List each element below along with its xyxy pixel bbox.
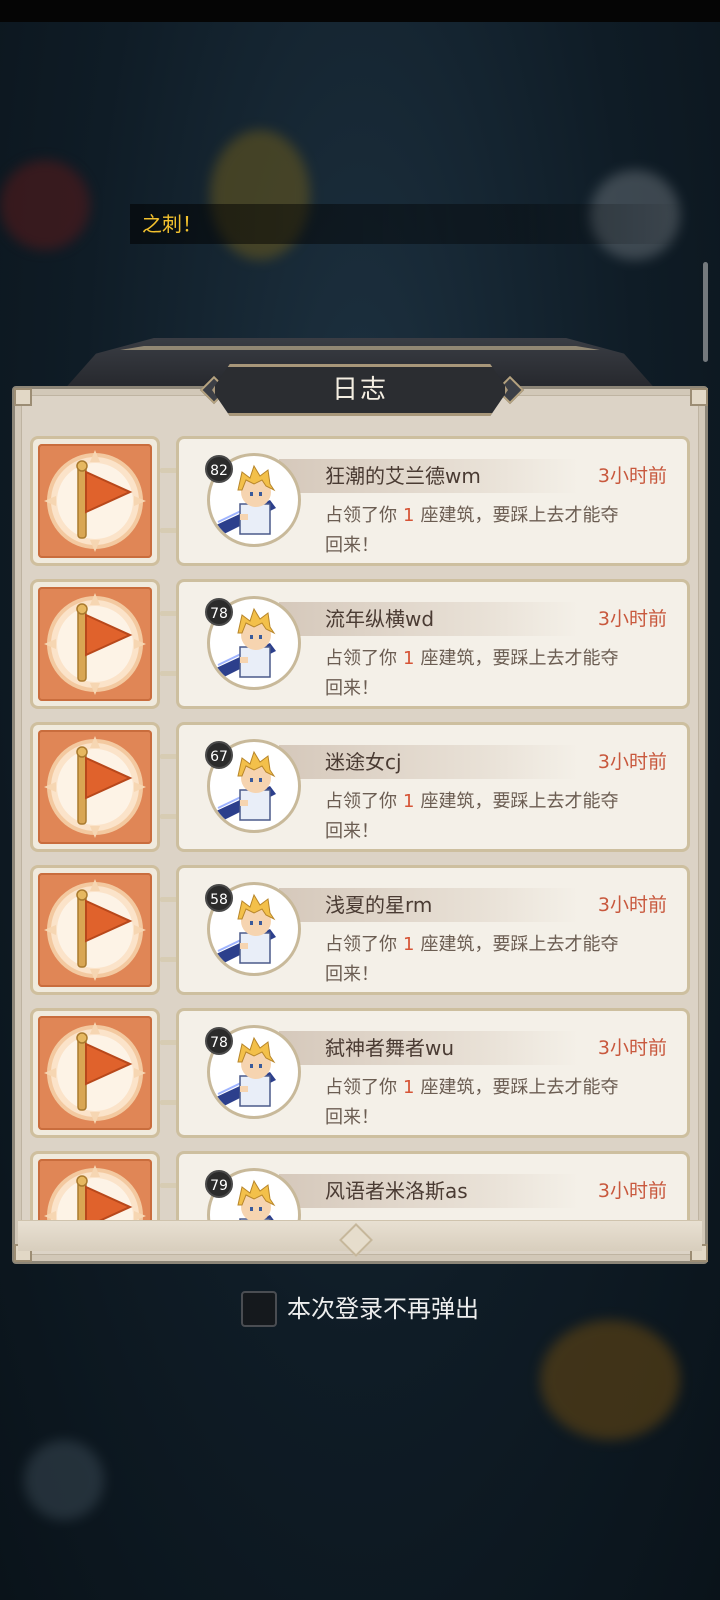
flag-card bbox=[30, 1008, 160, 1138]
player-name: 浅夏的星rm bbox=[325, 893, 433, 917]
orange-flag-icon bbox=[44, 1022, 146, 1124]
flag-tile bbox=[38, 444, 152, 558]
message-suffix: 座建筑，要踩上去才能夺 bbox=[420, 505, 619, 526]
flag-tile bbox=[38, 730, 152, 844]
level-badge: 82 bbox=[205, 455, 233, 483]
message-prefix: 占领了你 bbox=[325, 791, 397, 812]
player-name: 狂潮的艾兰德wm bbox=[325, 464, 481, 488]
orange-flag-icon bbox=[44, 450, 146, 552]
orange-flag-icon bbox=[44, 879, 146, 981]
panel-corner-ornament bbox=[14, 388, 32, 406]
ticker-message: 之刺！ bbox=[130, 204, 690, 244]
flag-card bbox=[30, 436, 160, 566]
message-card: 79 风语者米洛斯as 3小时前 占领了你1座建筑，要踩上去才能夺 回来！ bbox=[176, 1151, 690, 1222]
entry-message: 占领了你 1座建筑，要踩上去才能夺 bbox=[325, 930, 618, 956]
flag-tile bbox=[38, 873, 152, 987]
message-prefix: 占领了你 bbox=[325, 505, 397, 526]
entry-message: 占领了你 1座建筑，要踩上去才能夺 bbox=[325, 501, 618, 527]
building-count: 1 bbox=[403, 934, 415, 955]
entry-time: 3小时前 bbox=[597, 608, 667, 630]
page-scrollbar[interactable] bbox=[703, 262, 708, 362]
log-entry[interactable]: 67 迷途女cj 3小时前 占领了你 1 座建筑，要踩上去才能夺 回来！ bbox=[20, 716, 700, 852]
entry-time: 3小时前 bbox=[597, 465, 667, 487]
log-entry[interactable]: 78 流年纵横wd 3小时前 占领了你 1 座建筑，要踩上去才能夺 回来！ bbox=[20, 573, 700, 709]
entry-message: 占领了你 1座建筑，要踩上去才能夺 bbox=[325, 787, 618, 813]
orange-flag-icon bbox=[44, 1165, 146, 1222]
background-decoration bbox=[540, 1320, 680, 1440]
message-prefix: 占领了你 bbox=[325, 1077, 397, 1098]
message-card: 78 流年纵横wd 3小时前 占领了你 1 座建筑，要踩上去才能夺 回来！ bbox=[176, 579, 690, 709]
message-suffix: 座建筑，要踩上去才能夺 bbox=[420, 1077, 619, 1098]
message-suffix: 座建筑，要踩上去才能夺 bbox=[420, 791, 619, 812]
level-badge: 67 bbox=[205, 741, 233, 769]
flag-card bbox=[30, 1151, 160, 1222]
level-badge: 58 bbox=[205, 884, 233, 912]
message-card: 58 浅夏的星rm 3小时前 占领了你 1 座建筑，要踩上去才能夺 回来！ bbox=[176, 865, 690, 995]
log-entry[interactable]: 79 风语者米洛斯as 3小时前 占领了你1座建筑，要踩上去才能夺 回来！ bbox=[20, 1145, 700, 1222]
entry-time: 3小时前 bbox=[597, 1037, 667, 1059]
panel-title-plate: 日志 bbox=[212, 364, 508, 416]
panel-title: 日志 bbox=[331, 375, 388, 405]
orange-flag-icon bbox=[44, 593, 146, 695]
flag-card bbox=[30, 722, 160, 852]
dont-show-again-label[interactable]: 本次登录不再弹出 bbox=[287, 1291, 479, 1327]
player-name: 风语者米洛斯as bbox=[325, 1179, 468, 1203]
player-name: 迷途女cj bbox=[325, 750, 402, 774]
entry-message: 占领了你 1座建筑，要踩上去才能夺 bbox=[325, 644, 618, 670]
level-badge: 78 bbox=[205, 1027, 233, 1055]
panel-corner-ornament bbox=[690, 388, 708, 406]
log-entry[interactable]: 78 弑神者舞者wu 3小时前 占领了你 1 座建筑，要踩上去才能夺 回来！ bbox=[20, 1002, 700, 1138]
entry-time: 3小时前 bbox=[597, 894, 667, 916]
log-list[interactable]: 82 狂潮的艾兰德wm 3小时前 占领了你1座建筑，要踩上去才能夺 回来！ bbox=[20, 430, 700, 1222]
entry-message-line2: 回来！ bbox=[325, 535, 379, 556]
entry-time: 3小时前 bbox=[597, 751, 667, 773]
entry-message-line2: 回来！ bbox=[325, 821, 379, 842]
message-suffix: 座建筑，要踩上去才能夺 bbox=[420, 934, 619, 955]
flag-card bbox=[30, 579, 160, 709]
flag-tile bbox=[38, 1159, 152, 1222]
entry-message-line2: 回来！ bbox=[325, 1107, 379, 1128]
background-decoration bbox=[24, 1440, 104, 1520]
entry-time: 3小时前 bbox=[597, 1180, 667, 1202]
message-prefix: 占领了你 bbox=[325, 934, 397, 955]
building-count: 1 bbox=[403, 1077, 415, 1098]
message-suffix: 座建筑，要踩上去才能夺 bbox=[420, 648, 619, 669]
entry-message-line2: 回来！ bbox=[325, 964, 379, 985]
panel-roof-trim bbox=[120, 346, 600, 350]
log-entry[interactable]: 82 狂潮的艾兰德wm 3小时前 占领了你 1 座建筑，要踩上去才能夺 回来！ bbox=[20, 430, 700, 566]
building-count: 1 bbox=[403, 505, 415, 526]
player-name: 流年纵横wd bbox=[325, 607, 435, 631]
flag-card bbox=[30, 865, 160, 995]
player-name: 弑神者舞者wu bbox=[325, 1036, 455, 1060]
building-count: 1 bbox=[403, 791, 415, 812]
dont-show-again-checkbox[interactable] bbox=[241, 1291, 277, 1327]
message-card: 78 弑神者舞者wu 3小时前 占领了你 1 座建筑，要踩上去才能夺 回来！ bbox=[176, 1008, 690, 1138]
entry-message: 占领了你 1座建筑，要踩上去才能夺 bbox=[325, 1073, 618, 1099]
background-decoration bbox=[0, 160, 90, 250]
orange-flag-icon bbox=[44, 736, 146, 838]
log-entry[interactable]: 58 浅夏的星rm 3小时前 占领了你 1 座建筑，要踩上去才能夺 回来！ bbox=[20, 859, 700, 995]
name-band bbox=[279, 745, 579, 779]
message-card: 67 迷途女cj 3小时前 占领了你 1 座建筑，要踩上去才能夺 回来！ bbox=[176, 722, 690, 852]
level-badge: 78 bbox=[205, 598, 233, 626]
message-card: 82 狂潮的艾兰德wm 3小时前 占领了你 1 座建筑，要踩上去才能夺 回来！ bbox=[176, 436, 690, 566]
flag-tile bbox=[38, 587, 152, 701]
entry-message-line2: 回来！ bbox=[325, 678, 379, 699]
message-prefix: 占领了你 bbox=[325, 648, 397, 669]
building-count: 1 bbox=[403, 648, 415, 669]
status-bar bbox=[0, 0, 720, 22]
level-badge: 79 bbox=[205, 1170, 233, 1198]
flag-tile bbox=[38, 1016, 152, 1130]
